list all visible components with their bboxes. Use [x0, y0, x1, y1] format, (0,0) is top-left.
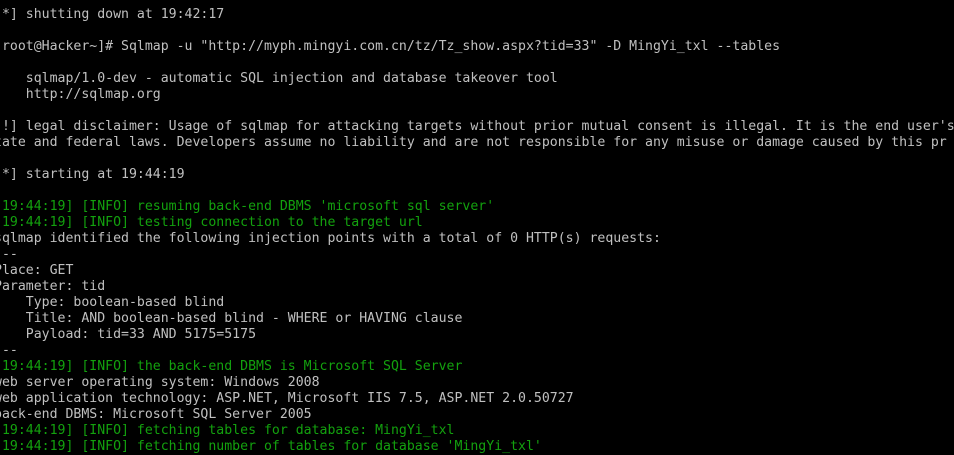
separator-bottom: ---	[0, 343, 18, 358]
log-starting: [*] starting at 19:44:19	[0, 167, 185, 182]
web-app-technology: web application technology: ASP.NET, Mic…	[0, 391, 574, 406]
command-line: [root@Hacker~]# Sqlmap -u "http://myph.m…	[0, 39, 781, 54]
backend-dbms: back-end DBMS: Microsoft SQL Server 2005	[0, 407, 312, 422]
info-resuming-dbms: [19:44:19] [INFO] resuming back-end DBMS…	[0, 199, 495, 214]
info-fetching-count: [19:44:19] [INFO] fetching number of tab…	[0, 439, 542, 454]
info-backend-dbms: [19:44:19] [INFO] the back-end DBMS is M…	[0, 359, 463, 374]
payload-line: Payload: tid=33 AND 5175=5175	[0, 327, 257, 342]
injection-points-summary: sqlmap identified the following injectio…	[0, 231, 661, 246]
web-server-os: web server operating system: Windows 200…	[0, 375, 320, 390]
banner-url: http://sqlmap.org	[0, 87, 161, 102]
log-shutdown: [*] shutting down at 19:42:17	[0, 7, 225, 22]
title-line: Title: AND boolean-based blind - WHERE o…	[0, 311, 463, 326]
info-testing-connection: [19:44:19] [INFO] testing connection to …	[0, 215, 423, 230]
place-line: Place: GET	[0, 263, 74, 278]
banner-title: sqlmap/1.0-dev - automatic SQL injection…	[0, 71, 558, 86]
legal-disclaimer-2: tate and federal laws. Developers assume…	[0, 135, 947, 150]
type-line: Type: boolean-based blind	[0, 295, 225, 310]
legal-disclaimer-1: [!] legal disclaimer: Usage of sqlmap fo…	[0, 119, 954, 134]
terminal-window[interactable]: [*] shutting down at 19:42:17 [root@Hack…	[0, 0, 954, 455]
separator-top: ---	[0, 247, 18, 262]
info-fetching-tables: [19:44:19] [INFO] fetching tables for da…	[0, 423, 455, 438]
parameter-line: Parameter: tid	[0, 279, 106, 294]
